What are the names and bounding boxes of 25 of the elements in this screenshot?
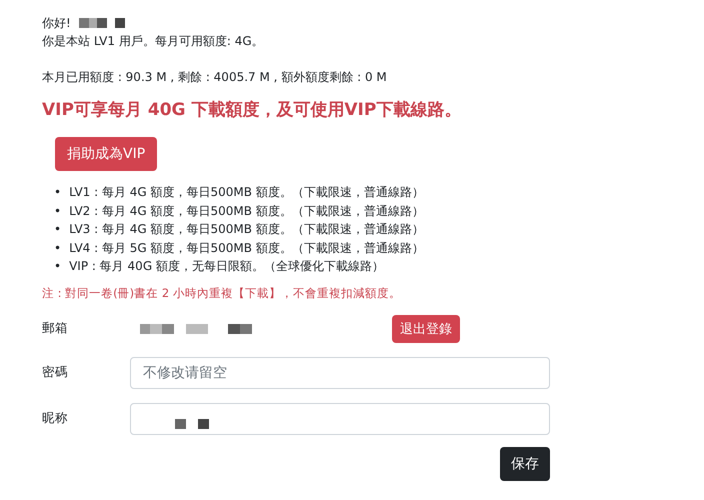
bullet: • [54,202,62,220]
usage-text: 本月已用額度 : 90.3 M , 剩餘 : 4005.7 M , 額外額度剩餘 : 0 M [42,69,388,86]
level-item: LV3 : 每月 4G 額度，每日500MB 額度。（下載限速，普通線路） [69,221,424,238]
donate-vip-button[interactable]: 捐助成為VIP [55,137,158,171]
level-item: LV4 : 每月 5G 額度，每日500MB 額度。（下載限速，普通線路） [69,240,424,256]
note-text: 注 : 對同一卷(冊)書在 2 小時內重複【下載】，不會重複扣減額度。 [42,286,402,300]
password-label: 密碼 [42,364,69,381]
level-item: LV1 : 每月 4G 額度，每日500MB 額度。（下載限速，普通線路） [69,184,424,201]
bullet: • [54,221,62,238]
nickname-field[interactable] [130,402,550,434]
bullet: • [54,184,62,201]
redaction-drawing [175,418,209,428]
bullet: • [54,258,62,275]
level-item: VIP : 每月 40G 額度，无每日限額。（全球優化下載線路） [69,258,384,275]
vip-headline: VIP可享每月 40G 下載額度，及可使用VIP下載線路。 [42,99,462,121]
password-field[interactable]: 不修改请留空 [130,356,550,388]
bullet: • [54,240,62,256]
greeting-text: 你好! [42,15,71,32]
email-label: 郵箱 [42,320,69,337]
level-text: 你是本站 LV1 用戶。每月可用額度: 4G。 [42,33,265,50]
save-button[interactable]: 保存 [500,446,550,480]
nickname-label: 昵称 [42,410,69,427]
level-item: LV2 : 每月 4G 額度，每日500MB 額度。（下載限速，普通線路） [69,202,424,220]
logout-button[interactable]: 退出登錄 [392,314,460,342]
redaction-drawing [78,18,125,28]
